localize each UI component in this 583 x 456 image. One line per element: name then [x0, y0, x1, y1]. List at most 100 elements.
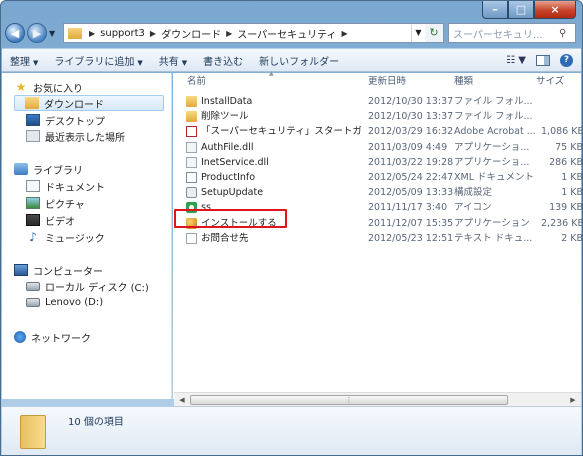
nav-libraries[interactable]: ライブラリ: [14, 161, 83, 177]
file-row[interactable]: ProductInfo 2012/05/24 22:47 XML ドキュメント 1 K…: [173, 170, 582, 185]
column-header-type[interactable]: 種類: [454, 73, 473, 91]
file-type: アプリケーショ...: [454, 156, 530, 168]
star-icon: ★: [15, 80, 27, 94]
minimize-button[interactable]: –: [482, 1, 508, 19]
file-name: お問合せ先: [201, 232, 249, 244]
chevron-right-icon[interactable]: ▶: [150, 29, 156, 38]
scroll-right-icon[interactable]: ▶: [567, 394, 579, 406]
network-icon: [14, 331, 26, 343]
file-size: 286 KB: [549, 156, 583, 168]
scroll-left-icon[interactable]: ◀: [176, 394, 188, 406]
file-name: AuthFile.dll: [201, 141, 254, 153]
file-date: 2012/05/23 12:51: [368, 232, 453, 244]
file-name: 「スーパーセキュリティ」スタートガ...: [201, 126, 361, 138]
file-size: 75 KB: [555, 141, 583, 153]
chevron-down-icon: ▼: [33, 58, 39, 67]
column-header-size[interactable]: サイズ: [536, 73, 564, 91]
nav-item-videos[interactable]: ビデオ: [26, 212, 75, 228]
chevron-right-icon[interactable]: ▶: [89, 29, 95, 38]
preview-pane-icon[interactable]: [536, 54, 550, 66]
nav-item-local-disk-c[interactable]: ローカル ディスク (C:): [26, 278, 149, 294]
file-type: 構成設定: [454, 187, 493, 199]
help-icon[interactable]: ?: [560, 53, 573, 67]
forward-button[interactable]: ▶: [27, 23, 47, 43]
address-dropdown-icon[interactable]: ▼: [411, 24, 425, 42]
pictures-icon: [26, 197, 40, 209]
toolbar-right: ☷ ▼ ?: [506, 53, 581, 67]
column-header-name[interactable]: 名前: [187, 73, 206, 91]
file-size: 139 KB: [549, 202, 583, 214]
breadcrumb-support3[interactable]: support3: [100, 28, 145, 39]
nav-item-desktop[interactable]: デスクトップ: [26, 112, 105, 128]
file-row[interactable]: AuthFile.dll 2011/03/09 4:49 アプリケーショ... 75 …: [173, 140, 583, 155]
nav-network[interactable]: ネットワーク: [14, 329, 91, 345]
scroll-thumb[interactable]: ⋮: [190, 395, 508, 405]
navigation-pane: ★ お気に入り ダウンロード デスクトップ 最近表示した場所 ライブラリ ドキュメ…: [2, 73, 172, 399]
file-row[interactable]: 削除ツール 2012/10/30 13:37 ファイル フォル...: [173, 109, 582, 124]
nav-item-pictures[interactable]: ピクチャ: [26, 195, 85, 211]
file-size: 1,086 KB: [541, 126, 583, 138]
pdf-file-icon: [186, 126, 197, 138]
address-bar[interactable]: ▶ support3 ▶ ダウンロード ▶ スーパーセキュリティ ▶ ▼ ↻: [63, 23, 444, 43]
command-bar: 整理 ▼ ライブラリに追加 ▼ 共有 ▼ 書き込む 新しいフォルダー ☷ ▼ ?: [2, 48, 581, 72]
search-input[interactable]: スーパーセキュリ...: [453, 26, 559, 41]
file-size: 1 KB: [561, 187, 583, 199]
downloads-folder-icon: [25, 97, 39, 109]
dll-file-icon: [186, 156, 197, 168]
file-row[interactable]: SetupUpdate 2012/05/09 13:33 構成設定 1 KB: [173, 185, 583, 200]
nav-item-label: ローカル ディスク (C:): [45, 282, 149, 294]
forward-arrow-icon: ▶: [32, 26, 42, 40]
file-name: SetupUpdate: [201, 187, 264, 199]
file-row[interactable]: InstallData 2012/10/30 13:37 ファイル フォル...: [173, 94, 582, 109]
folder-file-icon: [186, 96, 197, 107]
refresh-icon[interactable]: ↻: [425, 24, 443, 42]
dll-file-icon: [186, 141, 197, 153]
back-arrow-icon: ◀: [10, 26, 20, 40]
column-header-date[interactable]: 更新日時: [368, 73, 406, 91]
back-button[interactable]: ◀: [5, 23, 25, 43]
chevron-right-icon[interactable]: ▶: [226, 29, 232, 38]
new-folder-button[interactable]: 新しいフォルダー: [259, 53, 339, 68]
share-menu[interactable]: 共有 ▼: [159, 53, 187, 68]
address-actions: ▼ ↻: [411, 24, 443, 42]
chevron-right-icon[interactable]: ▶: [342, 29, 348, 38]
nav-item-recent-places[interactable]: 最近表示した場所: [26, 128, 125, 144]
explorer-window: – □ × ◀ ▶ ▼ ▶ support3 ▶ ダウンロード ▶ スーパーセキ…: [0, 0, 583, 456]
close-button[interactable]: ×: [534, 1, 576, 19]
recent-pages-dropdown[interactable]: ▼: [49, 29, 59, 38]
view-options-icon[interactable]: ☷ ▼: [506, 55, 526, 66]
file-row[interactable]: お問合せ先 2012/05/23 12:51 テキスト ドキュ... 2 KB: [173, 231, 582, 246]
file-type: ファイル フォル...: [454, 96, 533, 107]
file-date: 2012/10/30 13:37: [368, 96, 453, 107]
search-icon[interactable]: ⚲: [559, 28, 575, 39]
file-name: 削除ツール: [201, 111, 249, 123]
file-row[interactable]: InetService.dll 2011/03/22 19:28 アプリケーショ..…: [173, 155, 583, 170]
chevron-down-icon: ▼: [137, 58, 143, 67]
nav-item-downloads[interactable]: ダウンロード: [14, 95, 164, 111]
add-to-library-menu[interactable]: ライブラリに追加 ▼: [54, 53, 142, 68]
folder-file-icon: [186, 111, 197, 123]
nav-item-label: ミュージック: [45, 233, 105, 245]
search-box[interactable]: スーパーセキュリ... ⚲: [448, 23, 576, 43]
file-type: ファイル フォル...: [454, 111, 533, 123]
nav-item-lenovo-d[interactable]: Lenovo (D:): [26, 294, 103, 310]
recent-places-icon: [26, 130, 40, 142]
nav-item-label: ダウンロード: [44, 99, 104, 111]
nav-item-documents[interactable]: ドキュメント: [26, 178, 105, 194]
organize-menu[interactable]: 整理 ▼: [10, 53, 38, 68]
nav-computer[interactable]: コンピューター: [14, 262, 103, 278]
horizontal-scrollbar[interactable]: ◀ ⋮ ▶: [174, 392, 581, 406]
nav-item-music[interactable]: ♪ ミュージック: [26, 229, 105, 245]
organize-label: 整理: [10, 56, 30, 68]
file-name: InstallData: [201, 96, 253, 107]
file-row[interactable]: 「スーパーセキュリティ」スタートガ... 2012/03/29 16:32 Adob…: [173, 124, 583, 139]
caption-buttons: – □ ×: [482, 1, 576, 19]
burn-button[interactable]: 書き込む: [203, 53, 243, 68]
file-name: InetService.dll: [201, 156, 269, 168]
nav-favorites[interactable]: ★ お気に入り: [14, 79, 83, 95]
nav-item-label: ピクチャ: [45, 199, 85, 211]
breadcrumb-super-security[interactable]: スーパーセキュリティ: [237, 26, 336, 41]
breadcrumb-downloads[interactable]: ダウンロード: [161, 26, 221, 41]
maximize-button[interactable]: □: [508, 1, 534, 19]
file-date: 2012/03/29 16:32: [368, 126, 453, 138]
